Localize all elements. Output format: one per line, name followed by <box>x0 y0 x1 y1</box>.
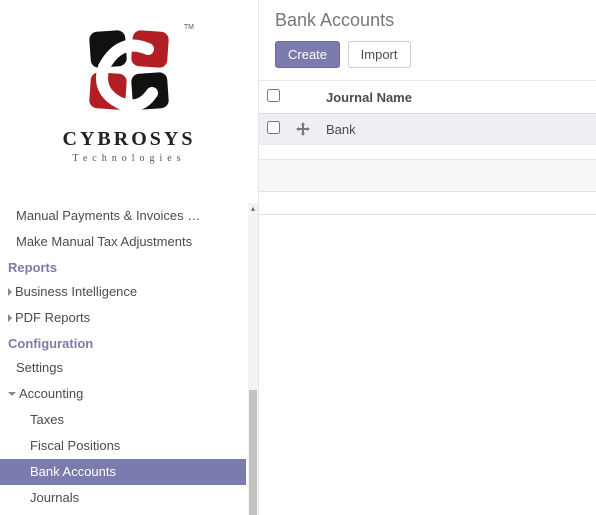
select-all-header <box>259 81 288 114</box>
sidebar: TM CYBROSYS Technologies Manual Payments… <box>0 0 258 515</box>
page-title: Bank Accounts <box>275 10 580 31</box>
cell-journal-name: Bank <box>318 114 596 145</box>
table-row[interactable]: Bank <box>259 114 596 145</box>
sidebar-item-accounting[interactable]: Accounting <box>0 381 246 407</box>
scrollbar-thumb[interactable] <box>249 390 257 515</box>
svg-text:CYBROSYS: CYBROSYS <box>63 128 196 150</box>
import-button[interactable]: Import <box>348 41 411 68</box>
logo: TM CYBROSYS Technologies <box>0 0 258 203</box>
sidebar-item-pdf-reports[interactable]: PDF Reports <box>0 305 246 331</box>
sidebar-item-label: PDF Reports <box>15 310 90 326</box>
sidebar-item-manual-payments[interactable]: Manual Payments & Invoices … <box>0 203 246 229</box>
chevron-right-icon <box>8 314 12 322</box>
move-icon[interactable] <box>296 122 310 136</box>
sidebar-item-manual-tax[interactable]: Make Manual Tax Adjustments <box>0 229 246 255</box>
sidebar-item-business-intelligence[interactable]: Business Intelligence <box>0 279 246 305</box>
svg-text:Technologies: Technologies <box>72 153 185 164</box>
chevron-right-icon <box>8 288 12 296</box>
sidebar-section-configuration: Configuration <box>0 331 246 355</box>
create-button[interactable]: Create <box>275 41 340 68</box>
row-handle-cell <box>288 114 318 145</box>
table-footer-band-2 <box>259 191 596 215</box>
sidebar-item-fiscal-positions[interactable]: Fiscal Positions <box>0 433 246 459</box>
main-content: Bank Accounts Create Import Journal Name <box>258 0 596 515</box>
control-panel: Bank Accounts Create Import <box>259 0 596 81</box>
sidebar-item-journals[interactable]: Journals <box>0 485 246 511</box>
cybrosys-logo-icon: TM CYBROSYS Technologies <box>54 17 204 187</box>
handle-header <box>288 81 318 114</box>
sidebar-item-settings[interactable]: Settings <box>0 355 246 381</box>
select-all-checkbox[interactable] <box>267 89 280 102</box>
sidebar-item-bank-accounts[interactable]: Bank Accounts <box>0 459 246 485</box>
column-journal-name[interactable]: Journal Name <box>318 81 596 114</box>
sidebar-menu: Manual Payments & Invoices … Make Manual… <box>0 203 258 515</box>
svg-text:TM: TM <box>184 24 194 31</box>
chevron-down-icon <box>8 392 16 396</box>
scrollbar-up-icon[interactable]: ▴ <box>248 204 258 214</box>
sidebar-item-label: Business Intelligence <box>15 284 137 300</box>
row-checkbox[interactable] <box>267 121 280 134</box>
records-table: Journal Name Bank <box>259 81 596 145</box>
table-footer-band <box>259 159 596 191</box>
sidebar-item-label: Accounting <box>19 386 83 402</box>
row-select-cell <box>259 114 288 145</box>
sidebar-section-reports: Reports <box>0 255 246 279</box>
sidebar-item-taxes[interactable]: Taxes <box>0 407 246 433</box>
